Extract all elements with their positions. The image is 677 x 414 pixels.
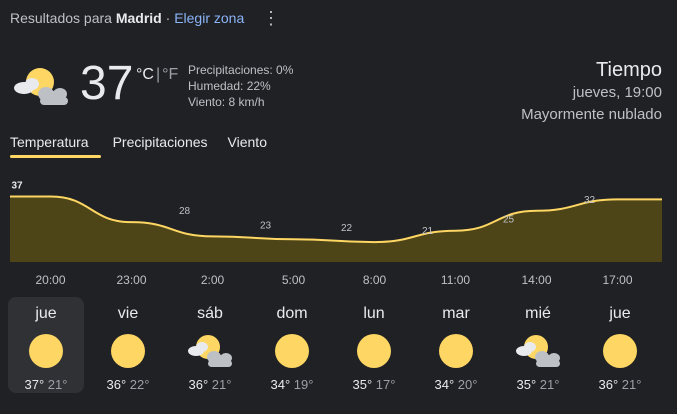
humidity-text: Humedad: 22% [188, 79, 271, 93]
time-tick-label: 8:00 [362, 273, 387, 287]
forecast-high: 36° [598, 377, 619, 392]
partly-cloudy-icon [186, 331, 234, 371]
forecast-day-name: dom [276, 305, 308, 322]
chart-value-label: 25 [503, 215, 515, 226]
tab-precipitation[interactable]: Precipitaciones [101, 134, 220, 158]
sunny-icon [108, 331, 148, 371]
forecast-day-name: mar [442, 305, 470, 322]
chart-value-label: 23 [260, 220, 272, 231]
forecast-day[interactable]: lun 35° 17° [336, 297, 412, 393]
unit-separator: | [155, 66, 161, 83]
forecast-temps: 36° 22° [90, 377, 166, 392]
location-header: Resultados para Madrid · Elegir zona [10, 10, 244, 26]
forecast-temps: 34° 20° [418, 377, 494, 392]
weather-details: Precipitaciones: 0% Humedad: 22% Viento:… [188, 62, 293, 110]
forecast-high: 36° [106, 377, 127, 392]
sunny-icon [354, 331, 394, 371]
chart-value-label: 22 [341, 223, 353, 234]
more-vert-icon[interactable]: ⋮ [262, 8, 280, 28]
city-name: Madrid [115, 10, 162, 26]
chart-value-label: 21 [422, 226, 434, 237]
time-tick-label: 5:00 [281, 273, 306, 287]
forecast-low: 21° [44, 377, 68, 392]
forecast-high: 34° [270, 377, 291, 392]
sunny-icon [600, 331, 640, 371]
forecast-temps: 35° 21° [500, 377, 576, 392]
forecast-high: 37° [24, 377, 45, 392]
change-zone-link[interactable]: Elegir zona [174, 10, 244, 26]
time-tick-label: 17:00 [602, 273, 633, 287]
forecast-day-name: jue [35, 305, 57, 322]
results-prefix: Resultados para [10, 10, 112, 26]
current-datetime: jueves, 19:00 [572, 84, 662, 101]
weather-title: Tiempo [596, 59, 662, 81]
fahrenheit-unit[interactable]: °F [162, 66, 178, 83]
forecast-low: 21° [536, 377, 560, 392]
weather-summary: Tiempo jueves, 19:00 Mayormente nublado [521, 58, 662, 126]
temperature-area [10, 196, 662, 262]
time-tick-label: 2:00 [200, 273, 225, 287]
chart-value-label: 37 [11, 181, 23, 192]
current-temperature: 37 [80, 57, 134, 110]
celsius-unit[interactable]: °C [136, 66, 154, 83]
time-tick-label: 20:00 [35, 273, 66, 287]
forecast-day[interactable]: sáb 36° 21° [172, 297, 248, 393]
forecast-day-name: lun [363, 305, 385, 322]
chart-value-label: 28 [179, 206, 191, 217]
forecast-temps: 34° 19° [254, 377, 330, 392]
chart-x-axis: 20:00 23:00 2:00 5:00 8:00 11:00 14:00 17:00 [10, 273, 662, 289]
forecast-day[interactable]: dom 34° 19° [254, 297, 330, 393]
chart-tabs: Temperatura Precipitaciones Viento [10, 134, 267, 158]
header-separator: · [165, 10, 171, 26]
precipitation-text: Precipitaciones: 0% [188, 63, 294, 77]
forecast-temps: 36° 21° [172, 377, 248, 392]
partly-cloudy-icon [14, 68, 68, 105]
sunny-icon [26, 331, 66, 371]
forecast-low: 19° [290, 377, 314, 392]
wind-text: Viento: 8 km/h [188, 95, 265, 109]
forecast-day-name: jue [609, 305, 631, 322]
unit-switch: °C | °F [136, 66, 178, 84]
forecast-day[interactable]: mar 34° 20° [418, 297, 494, 393]
forecast-temps: 35° 17° [336, 377, 412, 392]
forecast-day[interactable]: jue 36° 21° [582, 297, 658, 393]
forecast-day-name: vie [117, 305, 139, 322]
forecast-low: 17° [372, 377, 396, 392]
forecast-day-name: mié [525, 305, 551, 322]
forecast-low: 20° [454, 377, 478, 392]
forecast-day[interactable]: vie 36° 22° [90, 297, 166, 393]
forecast-day[interactable]: mié 35° 21° [500, 297, 576, 393]
tab-wind[interactable]: Viento [220, 134, 267, 158]
temperature-chart: 3728232221253236 [10, 181, 662, 262]
sunny-icon [436, 331, 476, 371]
time-tick-label: 11:00 [440, 273, 471, 287]
forecast-temps: 36° 21° [582, 377, 658, 392]
forecast-day[interactable]: jue 37° 21° [8, 297, 84, 393]
forecast-high: 35° [352, 377, 373, 392]
chart-value-label: 32 [584, 195, 596, 206]
forecast-high: 34° [434, 377, 455, 392]
current-condition: Mayormente nublado [521, 106, 662, 123]
forecast-low: 22° [126, 377, 150, 392]
daily-forecast: jue 37° 21° vie 36° 22° sáb 36° 21° dom 34° 19°… [8, 297, 666, 409]
forecast-day-name: sáb [197, 305, 223, 322]
forecast-high: 36° [188, 377, 209, 392]
forecast-temps: 37° 21° [8, 377, 84, 392]
forecast-high: 35° [516, 377, 537, 392]
time-tick-label: 23:00 [116, 273, 147, 287]
time-tick-label: 14:00 [521, 273, 552, 287]
forecast-low: 21° [208, 377, 232, 392]
tab-temperature[interactable]: Temperatura [10, 134, 101, 158]
forecast-low: 21° [618, 377, 642, 392]
partly-cloudy-icon [514, 331, 562, 371]
sunny-icon [272, 331, 312, 371]
